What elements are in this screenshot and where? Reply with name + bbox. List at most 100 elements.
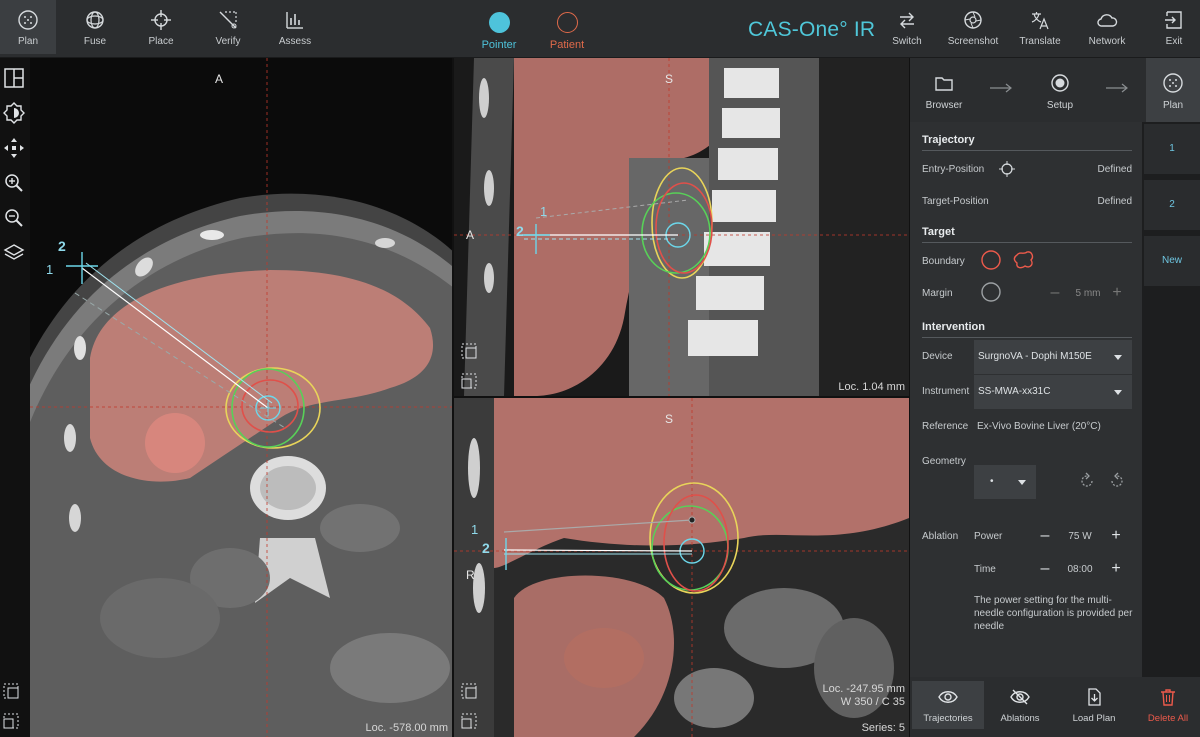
trajectories-button[interactable]: Trajectories [912,681,984,729]
layout-icon[interactable] [2,66,26,90]
trajectory-title: Trajectory [922,134,975,146]
target-position-label: Target-Position [922,196,989,207]
margin-label: Margin [922,288,953,299]
switch-button[interactable]: Switch [879,0,935,54]
cloud-icon [1097,14,1118,27]
power-label: Power [974,531,1003,542]
delete-all-button[interactable]: Delete All [1132,681,1200,729]
maximize-icon[interactable] [460,342,478,360]
layers-icon[interactable] [2,241,26,265]
freeform-boundary-icon[interactable] [1012,249,1036,271]
sagittal-trajectory-1-label: 1 [540,204,548,219]
camera-icon [964,11,982,29]
restore-icon[interactable] [2,712,20,730]
brightness-icon[interactable] [2,101,26,125]
intervention-title: Intervention [922,321,985,333]
mode-pointer-label: Pointer [481,39,517,51]
ablations-label: Ablations [1000,713,1040,724]
device-select[interactable]: SurgnoVA - Dophi M150E [974,340,1132,374]
zoom-out-icon[interactable] [2,206,26,230]
chevron-down-icon [1114,355,1122,360]
rotate-right-icon[interactable] [1108,472,1126,490]
maximize-icon[interactable] [2,682,20,700]
time-decrease-button[interactable]: – [1038,561,1052,577]
tab-fuse[interactable]: Fuse [67,0,123,54]
restore-icon[interactable] [460,712,478,730]
tab-assess[interactable]: Assess [267,0,323,54]
coronal-trajectory-2-label: 2 [482,540,490,556]
screenshot-button[interactable]: Screenshot [945,0,1001,54]
sagittal-orientation-left: A [466,228,475,242]
rotate-left-icon[interactable] [1078,472,1096,490]
tab-verify[interactable]: Verify [200,0,256,54]
plan-item-new[interactable]: New [1144,236,1200,286]
instrument-select[interactable]: SS-MWA-xx31C [974,375,1132,409]
geometry-select[interactable]: • [974,465,1036,499]
power-decrease-button[interactable]: – [1038,528,1052,544]
load-plan-icon [1088,688,1101,706]
translate-button[interactable]: Translate [1012,0,1068,54]
power-increase-button[interactable]: + [1109,528,1123,544]
load-plan-button[interactable]: Load Plan [1058,681,1130,729]
zoom-in-icon[interactable] [2,171,26,195]
patient-ring-icon [556,12,578,33]
circle-boundary-icon[interactable] [980,249,1002,271]
verify-icon [219,11,237,29]
entry-position-label: Entry-Position [922,164,985,175]
tab-place[interactable]: Place [133,0,189,54]
step-plan[interactable]: Plan [1146,58,1200,122]
mode-patient[interactable]: Patient [537,12,597,51]
instrument-select-value: SS-MWA-xx31C [978,386,1051,397]
tab-plan[interactable]: Plan [0,0,56,54]
delete-all-label: Delete All [1147,713,1189,724]
exit-button[interactable]: Exit [1146,0,1200,54]
geometry-label: Geometry [922,456,966,467]
mode-pointer[interactable]: Pointer [469,12,529,51]
pointer-dot-icon [488,12,510,33]
sagittal-viewport[interactable]: S A 1 2 Loc. 1.04 mm [454,58,909,396]
bottom-action-bar: Trajectories Ablations Load Plan Delete … [910,677,1200,737]
maximize-icon[interactable] [460,682,478,700]
crosshair-icon[interactable] [998,160,1016,178]
instrument-label: Instrument [922,386,970,397]
radio-icon [1051,74,1069,92]
coronal-window-level: W 350 / C 35 [840,696,905,708]
axial-viewport[interactable]: A R 1 2 Loc. -578.00 mm [30,58,452,737]
margin-decrease-button[interactable]: – [1048,285,1062,301]
coronal-trajectory-1-label: 1 [471,522,479,537]
ablations-button[interactable]: Ablations [984,681,1056,729]
plan-icon [1163,73,1183,93]
exit-icon [1165,11,1182,29]
step-setup[interactable]: Setup [1034,58,1086,122]
load-plan-label: Load Plan [1072,713,1116,724]
coronal-info: Loc. -247.95 mm W 350 / C 35 Series: 5 [822,683,905,735]
reference-value: Ex-Vivo Bovine Liver (20°C) [977,421,1101,432]
mode-patient-label: Patient [549,39,585,51]
plan-item-2[interactable]: 2 [1144,180,1200,230]
coronal-viewport[interactable]: S R 1 2 Loc. -247.95 mm W 350 / C 35 Ser… [454,398,909,737]
restore-icon[interactable] [460,372,478,390]
plan-form: Trajectory Entry-Position Defined Target… [910,122,1142,677]
plan-item-1[interactable]: 1 [1144,124,1200,174]
step-browser[interactable]: Browser [918,58,970,122]
time-increase-button[interactable]: + [1109,561,1123,577]
pan-icon[interactable] [2,136,26,160]
coronal-orientation-top: S [665,412,674,426]
margin-increase-button[interactable]: + [1110,285,1124,301]
exit-label: Exit [1165,36,1183,47]
device-label: Device [922,351,953,362]
tab-place-label: Place [148,36,174,47]
geometry-select-value: • [990,476,994,487]
switch-label: Switch [892,36,922,47]
margin-circle-icon[interactable] [980,281,1002,303]
axial-ct-image [30,58,452,737]
tab-fuse-label: Fuse [83,36,107,47]
step-browser-label: Browser [925,100,963,111]
folder-icon [935,77,953,91]
coronal-series: Series: 5 [861,722,905,734]
workflow-steps: Browser Setup Plan [910,58,1200,122]
plan-icon [18,10,38,30]
network-button[interactable]: Network [1079,0,1135,54]
chevron-down-icon [1114,390,1122,395]
power-value: 75 W [1068,531,1092,542]
